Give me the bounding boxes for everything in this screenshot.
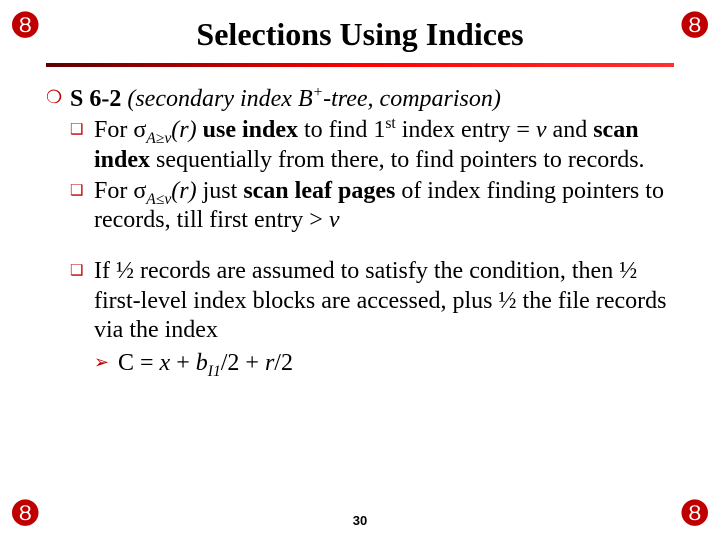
sigma-icon: σ: [133, 117, 146, 143]
slide-body: ❍ S 6-2 (secondary index B+-tree, compar…: [46, 85, 674, 378]
page-number: 30: [0, 513, 720, 528]
cost-half1: /2 +: [221, 350, 265, 376]
corner-icon-tr: ❽: [680, 6, 710, 46]
bullet-q-icon: ❑: [70, 262, 83, 280]
b1-useindex: use index: [197, 117, 298, 143]
cost-half2: /2: [274, 350, 293, 376]
spacer: [46, 235, 674, 255]
arrow-icon: ➢: [94, 352, 109, 374]
b1-mid3: index entry =: [396, 117, 536, 143]
b1-mid2: to find 1: [298, 117, 385, 143]
s62-label: S 6-2: [70, 86, 121, 112]
b2-mid: just: [197, 178, 244, 204]
b1-for: For: [94, 117, 133, 143]
slide-title: Selections Using Indices: [46, 16, 674, 53]
cost-c: C =: [118, 350, 160, 376]
cost-bsub: I1: [208, 363, 221, 380]
title-rule: [46, 63, 674, 67]
bullet-q-icon: ❑: [70, 182, 83, 200]
b2-scan: scan leaf pages: [243, 178, 395, 204]
s62-desc-close: -tree, comparison): [323, 86, 501, 112]
list-item: ❑ If ½ records are assumed to satisfy th…: [46, 257, 674, 345]
sigma-icon: σ: [133, 178, 146, 204]
cost-x: x: [160, 350, 171, 376]
b1-v: v: [536, 117, 547, 143]
sigma1-sub: A≥v: [146, 130, 171, 147]
list-item: ❑ For σA≥v(r) use index to find 1st inde…: [46, 116, 674, 175]
cost-plus1: +: [170, 350, 196, 376]
sigma2-sub: A≤v: [146, 191, 171, 208]
cost-r: r: [265, 350, 274, 376]
cost-b: b: [196, 350, 208, 376]
b1-and: and: [547, 117, 594, 143]
s62-desc-open: (secondary index B: [121, 86, 312, 112]
s62-desc-sup: +: [313, 84, 324, 101]
list-item: ❍ S 6-2 (secondary index B+-tree, compar…: [46, 85, 674, 114]
b2-for: For: [94, 178, 133, 204]
gt-icon: >: [309, 207, 323, 233]
list-item: ➢ C = x + bI1/2 + r/2: [46, 349, 674, 378]
b3-text: If ½ records are assumed to satisfy the …: [94, 258, 666, 343]
list-item: ❑ For σA≤v(r) just scan leaf pages of in…: [46, 177, 674, 236]
corner-icon-tl: ❽: [10, 6, 40, 46]
sigma1-r: (r): [171, 117, 196, 143]
bullet-m-icon: ❍: [46, 87, 62, 109]
bullet-q-icon: ❑: [70, 121, 83, 139]
b2-v: v: [323, 207, 340, 233]
slide: ❽ ❽ ❽ ❽ Selections Using Indices ❍ S 6-2…: [0, 0, 720, 540]
b1-tail: sequentially from there, to find pointer…: [150, 147, 645, 173]
b1-st: st: [385, 115, 395, 132]
sigma2-r: (r): [171, 178, 196, 204]
